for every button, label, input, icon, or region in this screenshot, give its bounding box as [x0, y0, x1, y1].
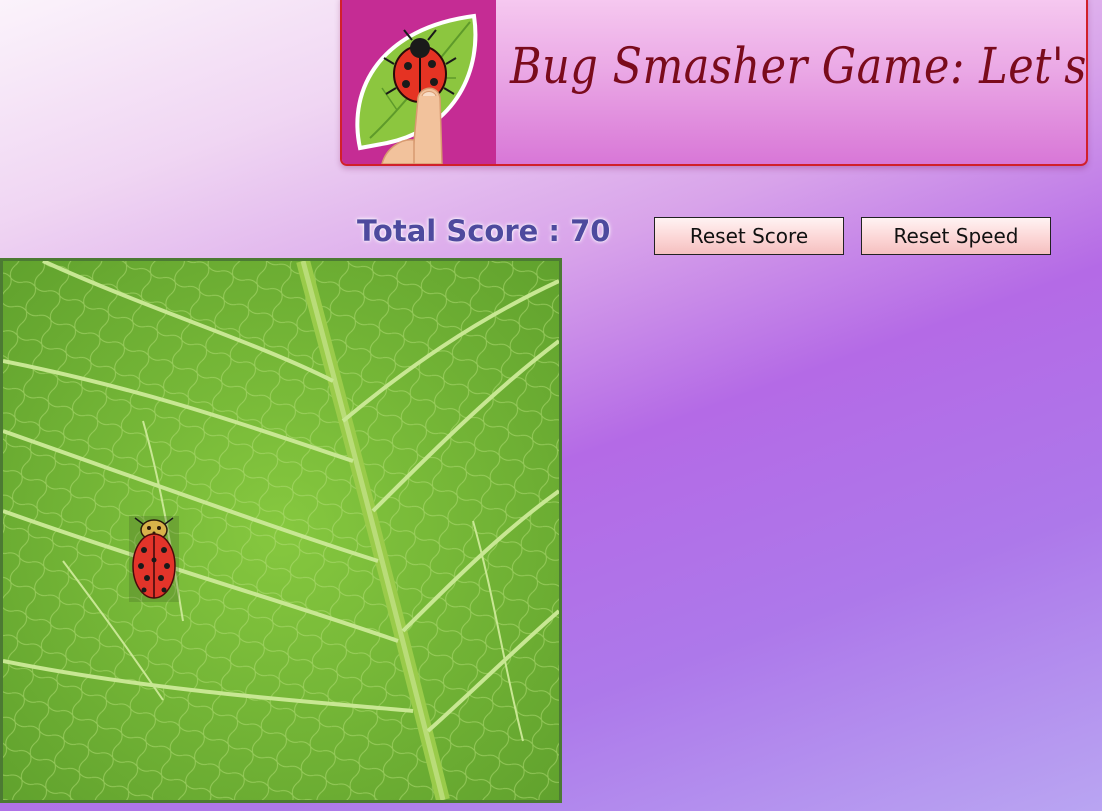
- score-display: Total Score : 70: [357, 214, 610, 248]
- game-logo: [342, 0, 496, 164]
- game-board[interactable]: [0, 258, 562, 803]
- page-title: Bug Smasher Game: Let's Play: [510, 38, 1087, 96]
- leaf-background: [3, 261, 559, 800]
- score-label: Total Score :: [357, 214, 560, 248]
- header-banner: Bug Smasher Game: Let's Play: [340, 0, 1088, 166]
- ladybug-leaf-finger-logo-icon: [355, 13, 478, 164]
- reset-speed-button[interactable]: Reset Speed: [861, 217, 1051, 255]
- score-value: 70: [570, 214, 611, 248]
- reset-score-button[interactable]: Reset Score: [654, 217, 844, 255]
- ladybug-icon[interactable]: [129, 516, 179, 602]
